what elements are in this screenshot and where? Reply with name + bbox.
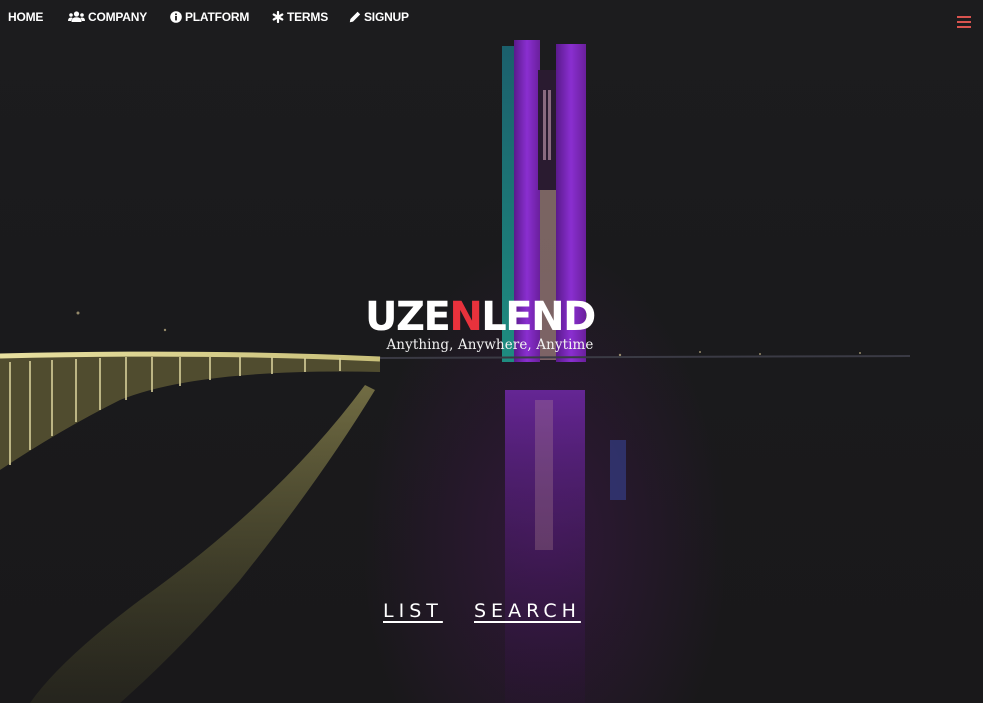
nav-company-label: COMPANY bbox=[88, 10, 148, 24]
nav-platform-link[interactable]: PLATFORM bbox=[170, 10, 249, 24]
nav-home-label: HOME bbox=[8, 10, 44, 24]
brand-tagline: Anything, Anywhere, Anytime bbox=[386, 337, 594, 353]
hero-section: HOME COMPANY PLATFORM TERMS SIGNUP UZENL… bbox=[0, 0, 983, 703]
nav-terms-label: TERMS bbox=[287, 10, 329, 24]
info-circle-icon bbox=[170, 11, 182, 23]
nav-company-link[interactable]: COMPANY bbox=[68, 10, 147, 24]
top-navigation: HOME COMPANY PLATFORM TERMS SIGNUP bbox=[0, 0, 983, 34]
nav-home-link[interactable]: HOME bbox=[8, 10, 43, 24]
brand-logo-accent-letter: N bbox=[449, 294, 481, 340]
nav-signup-link[interactable]: SIGNUP bbox=[349, 10, 409, 24]
list-link[interactable]: LIST bbox=[383, 600, 443, 622]
asterisk-icon bbox=[272, 11, 284, 23]
brand-logo-part-2: LEND bbox=[481, 294, 595, 340]
nav-signup-label: SIGNUP bbox=[364, 10, 409, 24]
users-icon bbox=[68, 11, 85, 22]
hamburger-icon[interactable] bbox=[957, 16, 971, 30]
nav-platform-label: PLATFORM bbox=[185, 10, 250, 24]
brand-logo-part-1: UZE bbox=[365, 294, 449, 340]
search-link[interactable]: SEARCH bbox=[474, 600, 581, 622]
svg-text:UZENLEND: UZENLEND bbox=[365, 294, 595, 340]
pencil-icon bbox=[349, 11, 361, 23]
nav-terms-link[interactable]: TERMS bbox=[272, 10, 328, 24]
